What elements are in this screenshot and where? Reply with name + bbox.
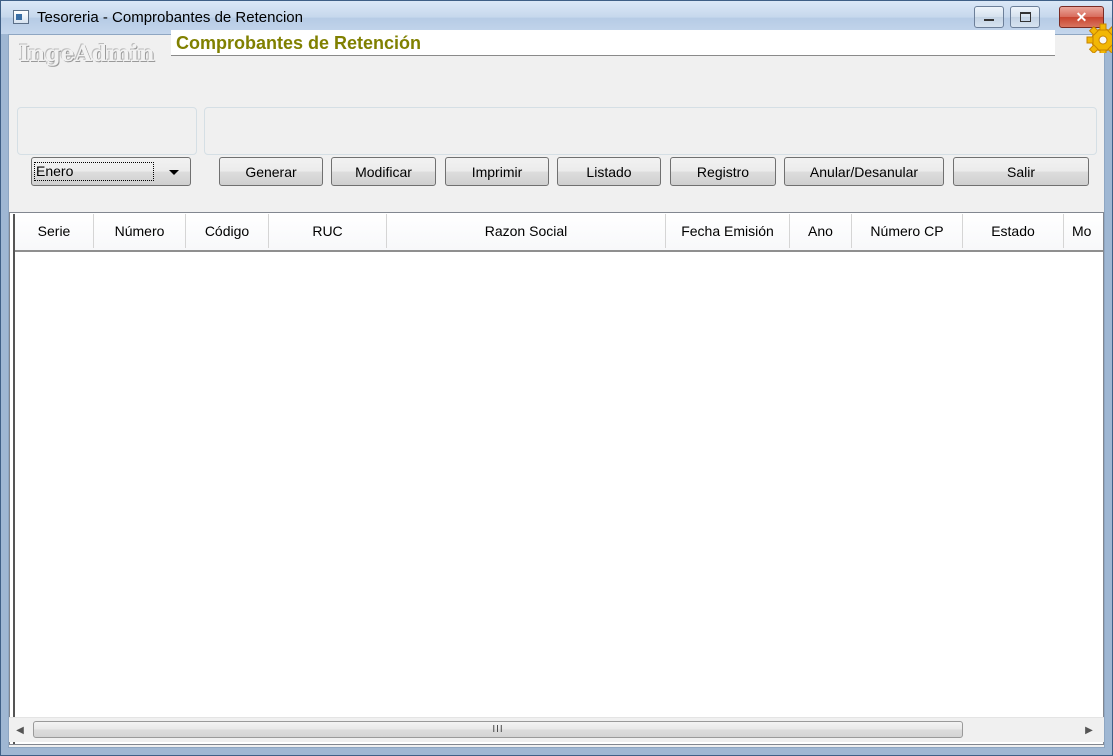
maximize-button[interactable] xyxy=(1010,6,1040,28)
horizontal-scrollbar[interactable]: ◀ III ▶ xyxy=(9,717,1104,742)
actions-group xyxy=(204,107,1097,155)
column-header-razon-social[interactable]: Razon Social xyxy=(387,214,666,248)
imprimir-button[interactable]: Imprimir xyxy=(445,157,549,186)
minimize-icon xyxy=(984,19,994,21)
registro-button[interactable]: Registro xyxy=(670,157,776,186)
thumb-grip: III xyxy=(492,724,504,735)
scroll-right-icon[interactable]: ▶ xyxy=(1080,723,1098,737)
generar-button[interactable]: Generar xyxy=(219,157,323,186)
column-header-ano[interactable]: Ano xyxy=(790,214,852,248)
column-header-codigo[interactable]: Código xyxy=(186,214,269,248)
form-title-box: Comprobantes de Retención xyxy=(171,30,1055,56)
column-header-fecha-emision[interactable]: Fecha Emisión xyxy=(666,214,790,248)
brand-logo: IngeAdmin xyxy=(19,41,155,67)
column-header-numero[interactable]: Número xyxy=(94,214,186,248)
modificar-button[interactable]: Modificar xyxy=(331,157,436,186)
listado-button[interactable]: Listado xyxy=(557,157,661,186)
scrollbar-thumb[interactable]: III xyxy=(33,721,963,738)
month-group xyxy=(17,107,197,155)
month-select-value: Enero xyxy=(34,162,154,181)
column-header-ruc[interactable]: RUC xyxy=(269,214,387,248)
minimize-button[interactable] xyxy=(974,6,1004,28)
column-header-estado[interactable]: Estado xyxy=(963,214,1064,248)
data-grid[interactable]: Serie Número Código RUC Razon Social Fec… xyxy=(9,212,1104,745)
column-header-numero-cp[interactable]: Número CP xyxy=(852,214,963,248)
column-header-mo[interactable]: Mo xyxy=(1064,214,1103,248)
application-window: Tesoreria - Comprobantes de Retencion ✕ … xyxy=(0,0,1113,756)
anular-desanular-button[interactable]: Anular/Desanular xyxy=(784,157,944,186)
grid-header: Serie Número Código RUC Razon Social Fec… xyxy=(15,214,1103,252)
page-title: Comprobantes de Retención xyxy=(176,33,422,53)
app-icon[interactable] xyxy=(13,10,29,24)
grid-body[interactable]: Serie Número Código RUC Razon Social Fec… xyxy=(13,214,1103,744)
salir-button[interactable]: Salir xyxy=(953,157,1089,186)
chevron-down-icon[interactable] xyxy=(169,170,179,175)
column-header-serie[interactable]: Serie xyxy=(15,214,94,248)
month-select[interactable]: Enero xyxy=(31,157,191,186)
maximize-icon xyxy=(1019,12,1031,22)
window-title: Tesoreria - Comprobantes de Retencion xyxy=(37,9,303,26)
gear-icon xyxy=(1086,23,1112,53)
scroll-left-icon[interactable]: ◀ xyxy=(11,723,29,737)
